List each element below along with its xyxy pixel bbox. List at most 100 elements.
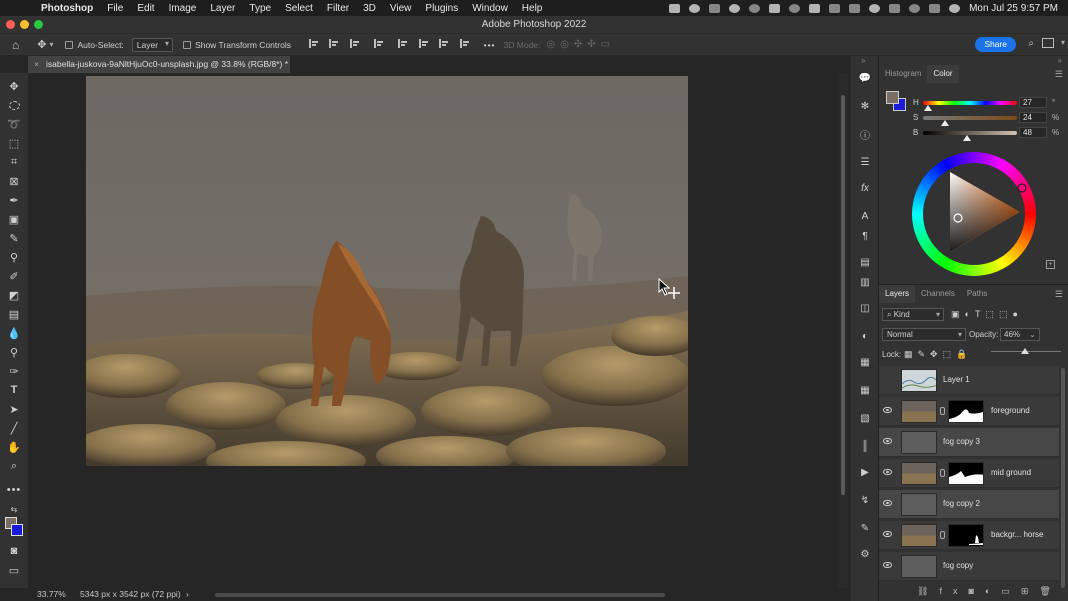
airplay-icon[interactable] (769, 3, 781, 13)
layer-name[interactable]: backgr... horse (991, 530, 1043, 539)
layer-row-layer-1[interactable]: Layer 1 (879, 366, 1059, 395)
lasso-tool-icon[interactable]: ➰ (7, 117, 21, 131)
layer-filter-icons[interactable]: ▣◐T⬚⬚● (951, 309, 1023, 320)
visibility-eye-icon[interactable] (883, 469, 892, 475)
close-document-icon[interactable]: × (34, 56, 39, 73)
history-brush-tool-icon[interactable]: ✐ (7, 269, 21, 283)
pen-tool-icon[interactable]: ✑ (7, 364, 21, 378)
visibility-eye-icon[interactable] (883, 562, 892, 568)
blend-mode-dropdown[interactable]: Normal ▾ (882, 328, 966, 341)
canvas-area[interactable] (28, 73, 838, 588)
layer-name[interactable]: foreground (991, 406, 1030, 415)
tab-layers[interactable]: Layers (879, 285, 916, 303)
color-wheel[interactable] (912, 152, 1036, 276)
headphones-icon[interactable] (789, 3, 801, 13)
info-icon[interactable]: ⓘ (859, 128, 871, 142)
workspace-chevron-icon[interactable]: ▾ (1061, 38, 1065, 47)
minimize-window-button[interactable] (20, 20, 29, 29)
character-icon[interactable]: A (859, 210, 871, 222)
bluetooth-icon[interactable] (849, 3, 861, 13)
add-mask-icon[interactable]: ◙ (968, 586, 984, 596)
edit-toolbar-icon[interactable]: ••• (7, 483, 21, 497)
auto-select-checkbox[interactable] (65, 40, 77, 50)
libraries-icon[interactable]: ▤ (859, 256, 871, 268)
zoom-window-button[interactable] (34, 20, 43, 29)
hue-ring-marker[interactable] (1017, 183, 1027, 193)
layer-name[interactable]: fog copy (943, 561, 973, 570)
layer-name[interactable]: Layer 1 (943, 375, 970, 384)
collapse-strip-icon[interactable]: » (861, 56, 865, 65)
menu-3d[interactable]: 3D (356, 3, 383, 14)
layers-panel-menu-icon[interactable]: ☰ (1055, 289, 1063, 300)
layer-row-fog-copy-2[interactable]: fog copy 2 (879, 490, 1059, 519)
visibility-eye-icon[interactable] (883, 500, 892, 506)
swatches-icon[interactable]: ▦ (859, 356, 871, 368)
object-selection-tool-icon[interactable]: ⬚ (7, 136, 21, 150)
gradient-tool-icon[interactable]: ▤ (7, 307, 21, 321)
collapse-panels-icon[interactable]: » (1058, 56, 1062, 65)
layer-name[interactable]: fog copy 2 (943, 499, 980, 508)
camera-icon[interactable] (749, 3, 761, 13)
zoom-level[interactable]: 33.77% (37, 588, 66, 601)
healing-brush-tool-icon[interactable]: ▣ (7, 212, 21, 226)
layer-row-foreground[interactable]: foreground (879, 397, 1059, 426)
hue-slider[interactable]: H 27 ° (913, 97, 1068, 111)
layer-thumbnail[interactable] (901, 524, 937, 547)
color-panel-menu-icon[interactable]: ☰ (1055, 69, 1063, 80)
menu-help[interactable]: Help (515, 3, 550, 14)
paths-icon[interactable]: ↯ (859, 494, 871, 506)
background-color-swatch[interactable] (11, 524, 23, 536)
menu-app-photoshop[interactable]: Photoshop (34, 3, 100, 14)
layer-style-fx-icon[interactable]: fx (939, 586, 968, 596)
new-group-icon[interactable]: ▭ (1001, 586, 1021, 596)
quick-mask-icon[interactable]: ◙ (7, 544, 21, 558)
bookmark-icon[interactable] (809, 3, 821, 13)
brush-settings-icon[interactable]: ✎ (859, 522, 871, 534)
eraser-tool-icon[interactable]: ◩ (7, 288, 21, 302)
close-window-button[interactable] (6, 20, 15, 29)
menu-select[interactable]: Select (278, 3, 320, 14)
notes-icon[interactable]: ▥ (859, 276, 871, 288)
auto-select-checkbox-box[interactable] (65, 41, 74, 50)
brush-tool-icon[interactable]: ✎ (7, 231, 21, 245)
align-right-icon[interactable] (349, 39, 360, 48)
menubar-clock[interactable]: Mon Jul 25 9:57 PM (969, 3, 1058, 14)
distribute-vertical-icon[interactable] (459, 39, 470, 48)
adjustments-icon[interactable]: ☰ (859, 156, 871, 168)
frame-tool-icon[interactable]: ⊠ (7, 174, 21, 188)
dropbox-icon[interactable] (709, 3, 721, 13)
tab-color[interactable]: Color (927, 65, 959, 83)
screen-mode-icon[interactable]: ▭ (7, 563, 21, 577)
opacity-slider-thumb[interactable] (1021, 348, 1029, 354)
layer-mask-thumbnail[interactable] (948, 400, 984, 423)
horses-photo[interactable] (86, 76, 688, 466)
layer-mask-thumbnail[interactable] (948, 524, 984, 547)
vertical-scrollbar[interactable] (838, 73, 848, 588)
hue-value-field[interactable]: 27 (1019, 97, 1047, 108)
line-tool-icon[interactable]: ╱ (7, 421, 21, 435)
color-foreground-swatch[interactable] (886, 91, 899, 104)
comments-icon[interactable]: 💬 (859, 72, 871, 84)
visibility-eye-icon[interactable] (883, 531, 892, 537)
menu-view[interactable]: View (383, 3, 419, 14)
dodge-tool-icon[interactable]: ⚲ (7, 345, 21, 359)
properties-icon[interactable]: ◫ (859, 302, 871, 314)
visibility-eye-icon[interactable] (883, 407, 892, 413)
color-triangle[interactable] (912, 152, 1036, 276)
layer-row-background-horse[interactable]: backgr... horse (879, 521, 1059, 550)
transform-controls-checkbox[interactable] (183, 40, 195, 50)
layer-filter-dropdown[interactable]: ⌕ Kind ▾ (882, 308, 944, 321)
grid-icon[interactable] (829, 3, 841, 13)
color-balance-icon[interactable]: ◐ (859, 330, 871, 342)
layer-thumbnail[interactable] (901, 369, 937, 392)
new-layer-icon[interactable]: ⊞ (1021, 586, 1040, 596)
type-tool-icon[interactable]: T (7, 383, 21, 397)
control-center-icon[interactable] (929, 3, 941, 13)
search-icon[interactable] (909, 3, 921, 13)
calendar-icon[interactable] (889, 3, 901, 13)
tab-histogram[interactable]: Histogram (879, 65, 927, 83)
menu-window[interactable]: Window (465, 3, 515, 14)
delete-layer-icon[interactable]: 🗑 (1039, 586, 1061, 596)
patterns-icon[interactable]: ▦ (859, 384, 871, 396)
layer-thumbnail[interactable] (901, 431, 937, 454)
